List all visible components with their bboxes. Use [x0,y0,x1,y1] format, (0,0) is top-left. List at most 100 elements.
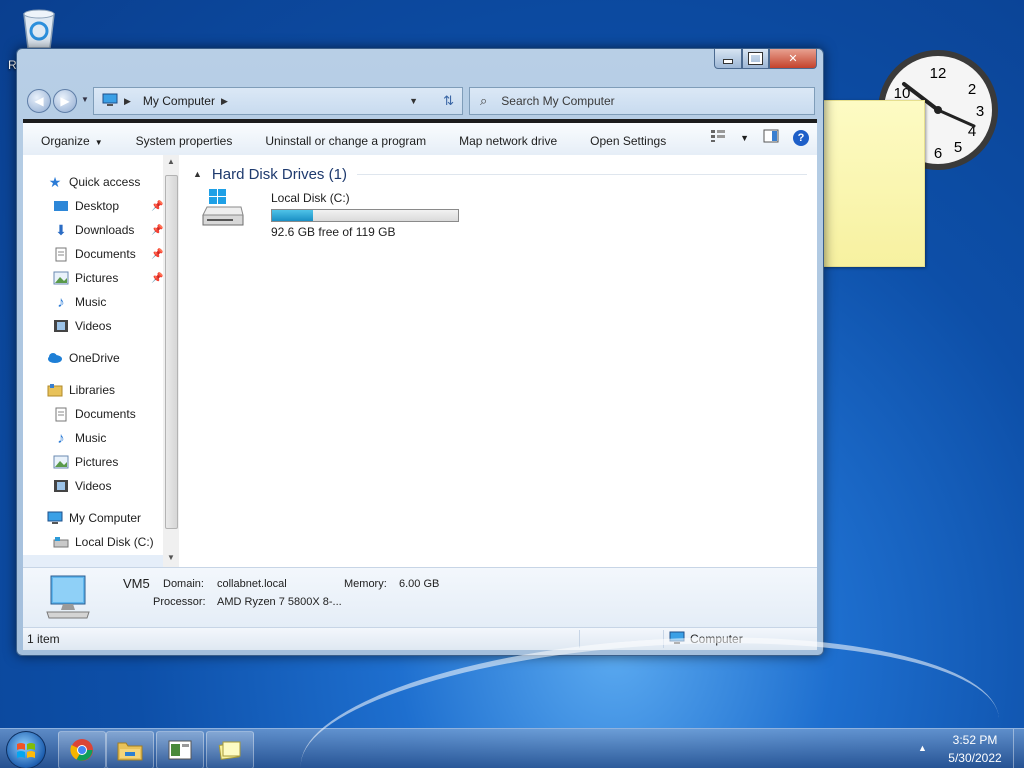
nav-item-onedrive[interactable]: OneDrive [47,347,179,369]
system-properties-button[interactable]: System properties [118,134,248,148]
nav-label: My Computer [69,511,142,525]
nav-item-quick-access[interactable]: ★ Quick access [47,171,179,193]
arrow-right-icon: ▶ [60,94,70,108]
video-icon [53,318,69,334]
windows-logo-icon [17,743,35,758]
uninstall-program-button[interactable]: Uninstall or change a program [247,134,441,148]
taskbar-sticky-notes[interactable] [206,731,254,768]
system-tray: ▲ 3:52 PM 5/30/2022 [914,729,1024,768]
nav-item-my-computer-selected-bg [23,555,173,567]
address-dropdown-icon[interactable]: ▼ [409,96,418,106]
preview-pane-icon[interactable] [763,129,779,146]
group-header-label: Hard Disk Drives (1) [211,165,347,183]
view-controls: ▼ ? [710,129,809,146]
scroll-down-icon[interactable]: ▼ [167,553,175,562]
chrome-icon [70,739,93,761]
map-network-drive-button[interactable]: Map network drive [441,134,572,148]
back-button[interactable]: ◀ [27,89,51,113]
status-divider [579,630,580,648]
breadcrumb-separator-icon[interactable]: ▶ [124,96,131,107]
nav-item-desktop[interactable]: Desktop 📌 [53,195,179,217]
computer-icon [102,93,118,110]
scroll-thumb[interactable] [165,175,178,529]
minimize-button[interactable] [714,49,742,69]
nav-item-music[interactable]: ♪ Music [53,291,179,313]
content-pane: ▲ Hard Disk Drives (1) Local Disk (C:) 9… [179,155,817,567]
nav-label: Desktop [75,199,120,213]
forward-button[interactable]: ▶ [53,89,77,113]
collapse-triangle-icon[interactable]: ▲ [193,169,202,179]
navigation-pane: ★ Quick access Desktop 📌 ⬇ Downloads 📌 D… [23,155,180,567]
drive-free-space: 92.6 GB free of 119 GB [271,225,396,239]
desktop: R 12 2 3 4 5 6 10 ✕ ◀ ▶ ▼ ▶ My Computer … [0,0,1024,768]
pin-icon: 📌 [151,200,164,212]
address-bar[interactable]: ▶ My Computer ▶ ▼ ⇅ [93,87,463,115]
library-icon [47,382,63,398]
nav-label: Videos [75,319,112,333]
nav-item-local-disk[interactable]: Local Disk (C:) [53,531,179,553]
cloud-icon [47,350,63,366]
pin-icon: 📌 [151,248,164,260]
change-view-icon[interactable] [710,129,726,146]
minimize-icon [723,59,733,64]
taskbar-app[interactable] [156,731,204,768]
nav-item-downloads[interactable]: ⬇ Downloads 📌 [53,219,179,241]
nav-item-libraries[interactable]: Libraries [47,379,179,401]
caption-buttons: ✕ [714,49,817,69]
nav-item-library-pictures[interactable]: Pictures [53,451,179,473]
show-hidden-icons-icon[interactable]: ▲ [918,743,927,753]
close-button[interactable]: ✕ [769,49,817,69]
search-icon: ⌕ [480,93,488,108]
refresh-icon[interactable]: ⇅ [443,93,454,109]
open-settings-button[interactable]: Open Settings [572,134,681,148]
nav-item-library-music[interactable]: ♪ Music [53,427,179,449]
nav-label: Pictures [75,271,119,285]
nav-item-my-computer[interactable]: My Computer [47,507,179,529]
video-icon [53,478,69,494]
drive-name: Local Disk (C:) [271,191,350,205]
drive-icon [53,534,69,550]
start-button[interactable] [6,731,46,768]
computer-name: VM5 [123,576,150,591]
view-options-chevron-icon[interactable]: ▼ [740,133,749,143]
recycle-bin-icon[interactable] [18,6,60,50]
breadcrumb-my-computer[interactable]: My Computer [143,94,215,108]
nav-item-library-documents[interactable]: Documents [53,403,179,425]
details-pane: VM5 Domain: collabnet.local Memory: 6.00… [23,567,817,628]
chevron-down-icon: ▼ [94,138,103,147]
drive-tile-local-disk[interactable]: Local Disk (C:) 92.6 GB free of 119 GB [199,187,459,239]
window-app-icon [168,740,192,760]
processor-value: AMD Ryzen 7 5800X 8-... [217,596,342,608]
drive-usage-bar [271,209,459,222]
command-bar: Organize ▼ System properties Uninstall or… [23,119,817,159]
nav-item-videos[interactable]: Videos [53,315,179,337]
search-box[interactable]: ⌕ Search My Computer [469,87,815,115]
nav-label: Pictures [75,455,119,469]
navigation-scrollbar[interactable]: ▲ ▼ [163,155,179,567]
taskbar-chrome[interactable] [58,731,106,768]
nav-item-library-videos[interactable]: Videos [53,475,179,497]
address-row: ◀ ▶ ▼ ▶ My Computer ▶ ▼ ⇅ ⌕ Search My Co… [25,87,815,115]
scroll-up-icon[interactable]: ▲ [167,157,175,166]
memory-value: 6.00 GB [399,578,440,590]
sticky-note[interactable] [823,100,925,267]
close-icon: ✕ [788,53,798,65]
document-icon [53,406,69,422]
show-desktop-button[interactable] [1013,729,1024,768]
organize-button[interactable]: Organize ▼ [23,134,118,148]
help-icon[interactable]: ? [793,129,809,146]
clock-time[interactable]: 3:52 PM [942,733,1008,747]
nav-item-documents[interactable]: Documents 📌 [53,243,179,265]
nav-label: Documents [75,247,136,261]
folder-icon [117,742,143,761]
organize-label: Organize [41,134,90,148]
computer-large-icon [43,574,93,623]
search-input[interactable]: Search My Computer [501,94,614,108]
clock-date[interactable]: 5/30/2022 [942,751,1008,765]
maximize-button[interactable] [742,49,769,69]
nav-item-pictures[interactable]: Pictures 📌 [53,267,179,289]
recent-pages-button[interactable]: ▼ [81,95,89,104]
group-header[interactable]: ▲ Hard Disk Drives (1) [193,165,807,183]
breadcrumb-separator-icon[interactable]: ▶ [221,96,228,107]
taskbar-file-explorer[interactable] [106,731,154,768]
